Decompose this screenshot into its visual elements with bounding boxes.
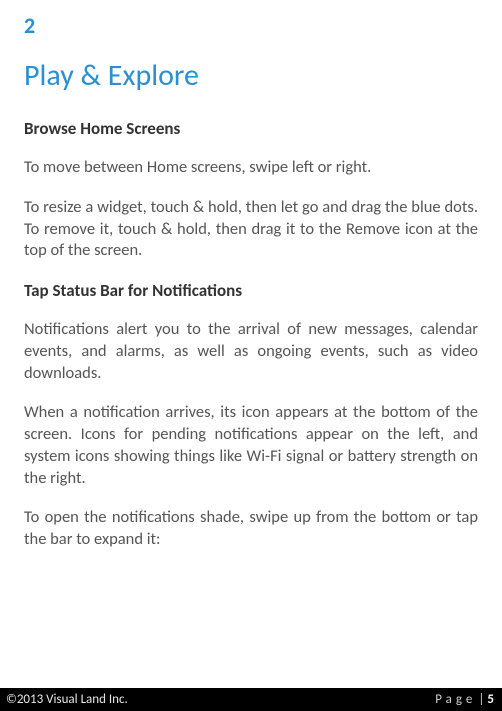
footer-copyright: ©2013 Visual Land Inc. (6, 692, 128, 707)
footer-page-number: 5 (487, 692, 494, 707)
paragraph: To move between Home screens, swipe left… (24, 157, 478, 179)
footer-page-label: Page (435, 692, 476, 707)
page-container: 2 Play & Explore Browse Home Screens To … (0, 0, 502, 711)
paragraph: When a notification arrives, its icon ap… (24, 402, 478, 489)
paragraph: Notifications alert you to the arrival o… (24, 319, 478, 384)
page-number-top: 2 (24, 12, 478, 39)
page-title: Play & Explore (24, 57, 478, 94)
footer-pipe: | (478, 692, 485, 707)
footer: ©2013 Visual Land Inc. Page|5 (0, 688, 502, 711)
paragraph: To resize a widget, touch & hold, then l… (24, 197, 478, 262)
subheading-notifications: Tap Status Bar for Notifications (24, 280, 478, 301)
footer-page-indicator: Page|5 (435, 692, 494, 707)
subheading-browse: Browse Home Screens (24, 118, 478, 139)
paragraph: To open the notifications shade, swipe u… (24, 507, 478, 551)
